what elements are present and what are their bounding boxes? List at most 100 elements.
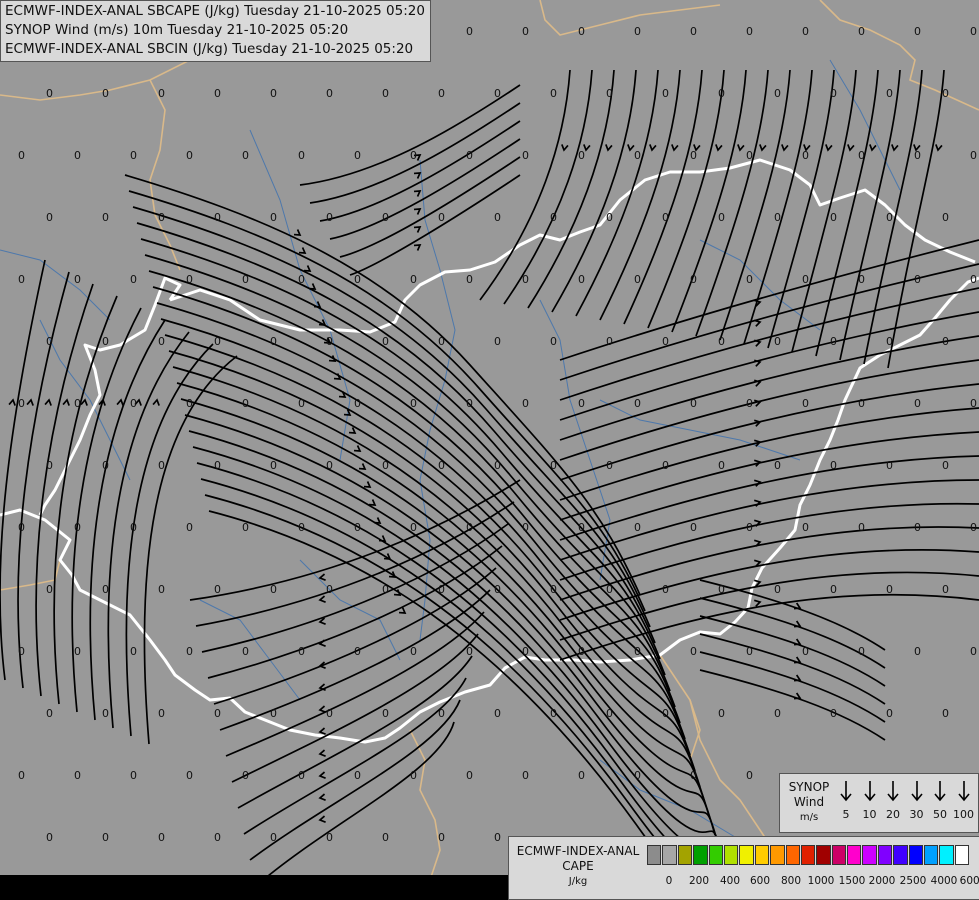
streamline bbox=[767, 69, 835, 349]
cin-value-label: 0 bbox=[578, 397, 585, 410]
streamline-arrowhead bbox=[293, 229, 302, 236]
cin-value-label: 0 bbox=[886, 583, 893, 596]
cin-value-label: 0 bbox=[214, 87, 221, 100]
cin-value-label: 0 bbox=[326, 459, 333, 472]
cin-value-label: 0 bbox=[606, 211, 613, 224]
synop-speed-10: 10 bbox=[858, 780, 882, 821]
cin-value-label: 0 bbox=[578, 149, 585, 162]
cin-value-label: 0 bbox=[354, 397, 361, 410]
cin-value-label: 0 bbox=[46, 583, 53, 596]
cin-value-label: 0 bbox=[886, 335, 893, 348]
cin-value-label: 0 bbox=[970, 25, 977, 38]
cin-value-label: 0 bbox=[914, 273, 921, 286]
cin-value-label: 0 bbox=[550, 211, 557, 224]
cin-value-label: 0 bbox=[942, 707, 949, 720]
cin-value-label: 0 bbox=[18, 769, 25, 782]
streamline bbox=[349, 174, 521, 276]
cape-legend-unit: J/kg bbox=[568, 876, 588, 887]
streamline-arrowhead bbox=[318, 573, 326, 581]
cin-value-label: 0 bbox=[746, 645, 753, 658]
cin-value-label: 0 bbox=[774, 707, 781, 720]
cin-value-label: 0 bbox=[326, 335, 333, 348]
cin-value-label: 0 bbox=[550, 583, 557, 596]
cin-value-label: 0 bbox=[634, 645, 641, 658]
cin-value-label: 0 bbox=[354, 273, 361, 286]
cin-value-label: 0 bbox=[886, 211, 893, 224]
streamline-arrowhead bbox=[26, 398, 34, 406]
cape-legend-title: ECMWF-INDEX-ANAL bbox=[516, 844, 640, 858]
map-bottom-strip bbox=[0, 875, 508, 900]
streamline bbox=[207, 545, 503, 679]
cin-value-label: 0 bbox=[550, 459, 557, 472]
cin-value-label: 0 bbox=[74, 397, 81, 410]
cin-value-label: 0 bbox=[354, 769, 361, 782]
cin-value-label: 0 bbox=[410, 769, 417, 782]
cin-value-label: 0 bbox=[46, 87, 53, 100]
cin-value-label: 0 bbox=[130, 149, 137, 162]
cin-value-label: 0 bbox=[522, 25, 529, 38]
cin-value-label: 0 bbox=[214, 211, 221, 224]
streamline-arrowhead bbox=[44, 398, 52, 406]
cin-value-label: 0 bbox=[746, 521, 753, 534]
streamline-arrowhead bbox=[935, 144, 943, 152]
cape-color-swatch bbox=[723, 845, 739, 865]
cin-value-label: 0 bbox=[298, 769, 305, 782]
cin-value-label: 0 bbox=[858, 521, 865, 534]
cin-value-label: 0 bbox=[102, 211, 109, 224]
cin-value-label: 0 bbox=[18, 273, 25, 286]
cin-value-label: 0 bbox=[242, 521, 249, 534]
cin-value-label: 0 bbox=[130, 769, 137, 782]
streamline-arrowhead bbox=[793, 602, 802, 610]
cin-value-label: 0 bbox=[158, 583, 165, 596]
streamline-arrowhead bbox=[368, 499, 377, 506]
synop-speed-5: 5 bbox=[834, 780, 858, 821]
cape-color-swatch bbox=[708, 845, 723, 865]
cin-value-label: 0 bbox=[158, 211, 165, 224]
cin-value-label: 0 bbox=[914, 149, 921, 162]
cin-value-label: 0 bbox=[74, 149, 81, 162]
cin-value-label: 0 bbox=[858, 25, 865, 38]
synop-speed-label: 5 bbox=[842, 808, 850, 821]
cin-value-label: 0 bbox=[690, 521, 697, 534]
streamline-arrowhead bbox=[649, 144, 657, 152]
cape-color-swatch bbox=[785, 845, 800, 865]
streamline bbox=[136, 222, 656, 644]
cin-value-label: 0 bbox=[438, 335, 445, 348]
map-canvas[interactable]: 0 0 0 0 0 0 0 0 0 0 0 0 0 0 0 0 0 0 0 0 0 0 0 0 0 0 0 0 0 0 0 0 0 0 0 0 0 0 0 0… bbox=[0, 0, 979, 900]
cin-value-label: 0 bbox=[382, 211, 389, 224]
cin-value-label: 0 bbox=[438, 459, 445, 472]
synop-legend-unit: m/s bbox=[799, 812, 819, 823]
cin-value-label: 0 bbox=[858, 397, 865, 410]
title-cin: ECMWF-INDEX-ANAL SBCIN (J/kg) Tuesday 21… bbox=[5, 41, 414, 57]
country-border-north bbox=[169, 158, 976, 334]
streamline-arrowhead bbox=[413, 190, 422, 197]
cin-value-label: 0 bbox=[606, 459, 613, 472]
streamline-arrowhead bbox=[116, 398, 124, 406]
admin-borders-layer bbox=[0, 0, 979, 881]
river bbox=[599, 399, 801, 461]
cin-value-label: 0 bbox=[326, 583, 333, 596]
weather-map-viewer: 0 0 0 0 0 0 0 0 0 0 0 0 0 0 0 0 0 0 0 0 0 0 0 0 0 0 0 0 0 0 0 0 0 0 0 0 0 0 0 0… bbox=[0, 0, 979, 900]
streamline bbox=[479, 69, 571, 301]
cape-color-swatch bbox=[800, 845, 816, 865]
cin-value-label: 0 bbox=[270, 211, 277, 224]
cape-color-swatch bbox=[677, 845, 693, 865]
cin-value-label: 0 bbox=[382, 707, 389, 720]
cin-value-label: 0 bbox=[186, 645, 193, 658]
streamline-arrowhead bbox=[318, 727, 326, 735]
streamline bbox=[791, 69, 857, 353]
cin-value-label: 0 bbox=[438, 583, 445, 596]
cape-color-legend: ECMWF-INDEX-ANAL CAPE J/kg 0 200 400 600 800… bbox=[508, 836, 979, 900]
cape-color-swatch bbox=[754, 845, 770, 865]
cin-value-label: 0 bbox=[970, 521, 977, 534]
streamline-arrowhead bbox=[793, 674, 802, 682]
streamline bbox=[743, 69, 813, 345]
cin-value-label: 0 bbox=[690, 397, 697, 410]
cape-color-swatch bbox=[939, 845, 954, 865]
cape-tick-label: 400 bbox=[719, 875, 741, 887]
streamline bbox=[559, 335, 979, 441]
streamline-arrowhead bbox=[413, 226, 422, 233]
synop-speed-100: 100 bbox=[952, 780, 976, 821]
cin-value-label: 0 bbox=[382, 459, 389, 472]
cin-value-label: 0 bbox=[942, 335, 949, 348]
